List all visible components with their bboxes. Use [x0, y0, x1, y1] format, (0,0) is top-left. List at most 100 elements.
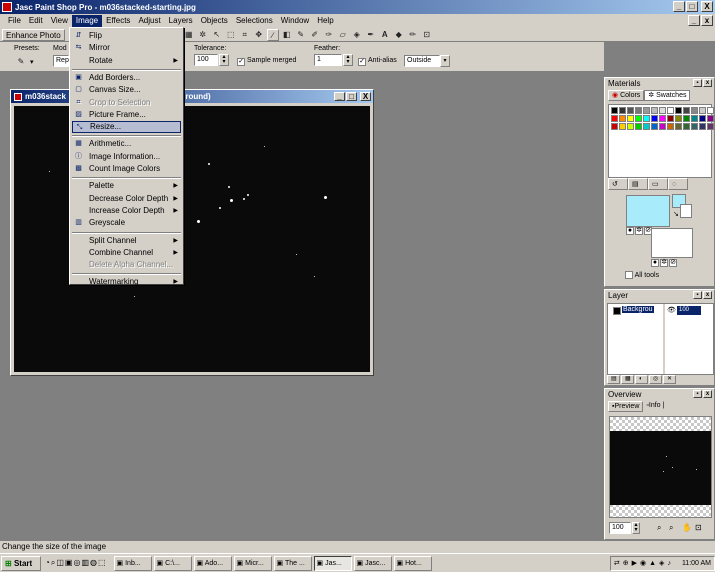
image-maximize-button[interactable]: □	[346, 92, 357, 101]
color-swatch[interactable]	[691, 115, 698, 122]
bg-no-material-icon[interactable]: ⊘	[669, 259, 677, 267]
menu-item-delete-alpha-channel[interactable]: Delete Alpha Channel...	[72, 259, 181, 271]
search-icon[interactable]: ⌕	[51, 558, 55, 568]
object-icon[interactable]: ⊡	[421, 29, 433, 41]
menu-item-split-channel[interactable]: Split Channel ▶	[72, 235, 181, 247]
feather-spinner[interactable]: ▴ ▾	[343, 54, 353, 66]
taskbar-task-button[interactable]: ▣ Micr...	[233, 555, 272, 571]
move-icon[interactable]: ✥	[253, 29, 265, 41]
menu-item-arithmetic[interactable]: ▦ Arithmetic...	[72, 138, 181, 150]
zoom-spinner[interactable]: ▴ ▾	[632, 522, 640, 534]
layer-name[interactable]: Backgrou	[622, 306, 654, 313]
menu-item-mirror[interactable]: ⇆ Mirror	[72, 42, 181, 54]
fill-icon[interactable]: ◈	[351, 29, 363, 41]
chevron-down-icon[interactable]: ▾	[440, 55, 450, 67]
image-window-titlebar[interactable]: m036stack kground) _ □ X	[11, 90, 373, 103]
menu-item-canvas-size[interactable]: ▢ Canvas Size...	[72, 84, 181, 96]
layer-close-button[interactable]: x	[703, 291, 712, 299]
doc-close-button[interactable]: x	[701, 15, 713, 26]
palette-icon[interactable]: ▦	[183, 29, 195, 41]
tray-icon[interactable]: ▲	[649, 560, 656, 567]
zoom-out-icon[interactable]: ⌕	[669, 523, 673, 533]
taskbar-task-button[interactable]: ▣ C:\...	[153, 555, 192, 571]
color-swatch[interactable]	[643, 123, 650, 130]
materials-close-button[interactable]: x	[703, 79, 712, 87]
color-swatch[interactable]	[619, 107, 626, 114]
layer-list[interactable]: Backgrou 👁 100	[607, 303, 714, 375]
overview-preview[interactable]	[609, 416, 712, 518]
gear-icon[interactable]: ✲	[197, 29, 209, 41]
color-swatch[interactable]	[667, 115, 674, 122]
color-swatch[interactable]	[643, 115, 650, 122]
menu-edit[interactable]: Edit	[25, 15, 47, 27]
swatch-delete-icon[interactable]: ◌	[668, 178, 688, 190]
taskbar-task-button[interactable]: ▣ Jasc...	[353, 555, 392, 571]
tolerance-field[interactable]: 100	[194, 54, 218, 66]
taskbar-task-button[interactable]: ▣ Hot...	[393, 555, 432, 571]
tab-colors[interactable]: ◉ Colors	[608, 90, 645, 101]
color-swatch[interactable]	[707, 107, 714, 114]
image-document-window[interactable]: m036stack kground) _ □ X	[10, 89, 374, 376]
crop-tool-icon[interactable]: ⌗	[239, 29, 251, 41]
solid-color-icon[interactable]: ●	[626, 227, 634, 235]
enhance-photo-button[interactable]: Enhance Photo	[2, 28, 65, 41]
color-swatch[interactable]	[683, 107, 690, 114]
materials-pin-button[interactable]: ▪	[693, 79, 702, 87]
bg-small-swatch[interactable]	[680, 204, 692, 218]
color-swatch[interactable]	[627, 107, 634, 114]
antialias-checkbox[interactable]: ✓	[358, 58, 366, 66]
pen-icon[interactable]: ✒	[365, 29, 377, 41]
new-raster-icon[interactable]: ▦	[621, 375, 634, 384]
draw-icon[interactable]: ✏	[407, 29, 419, 41]
taskbar-task-button[interactable]: ▣ Inb...	[113, 555, 152, 571]
taskbar-task-button[interactable]: ▣ The ...	[273, 555, 312, 571]
color-swatch[interactable]	[683, 123, 690, 130]
tray-icon[interactable]: ⇄	[614, 559, 620, 567]
eraser-icon[interactable]: ▱	[337, 29, 349, 41]
all-tools-checkbox[interactable]	[625, 271, 633, 279]
menu-file[interactable]: File	[4, 15, 25, 27]
start-button[interactable]: ⊞ Start	[1, 555, 41, 571]
color-swatch[interactable]	[619, 123, 626, 130]
quick-launch-icon[interactable]: ◔	[45, 558, 50, 568]
color-swatch[interactable]	[627, 115, 634, 122]
color-swatch[interactable]	[683, 115, 690, 122]
quick-launch-icon[interactable]: ▥	[81, 558, 89, 568]
image-canvas[interactable]	[14, 106, 370, 372]
color-swatch[interactable]	[659, 123, 666, 130]
paintbrush-icon[interactable]: ✎	[295, 29, 307, 41]
color-swatch[interactable]	[659, 115, 666, 122]
color-swatch[interactable]	[651, 115, 658, 122]
swatch-edit-icon[interactable]: ▭	[648, 178, 668, 190]
menu-item-increase-color-depth[interactable]: Increase Color Depth ▶	[72, 205, 181, 217]
menu-item-decrease-color-depth[interactable]: Decrease Color Depth ▶	[72, 193, 181, 205]
menu-item-picture-frame[interactable]: ▨ Picture Frame...	[72, 109, 181, 121]
clock[interactable]: 11:00 AM	[682, 560, 711, 567]
eye-icon[interactable]: 👁	[667, 306, 676, 314]
feather-field[interactable]: 1	[314, 54, 342, 66]
hand-icon[interactable]: ✋	[682, 523, 692, 532]
tray-icon[interactable]: ▶	[632, 559, 637, 567]
color-swatch[interactable]	[707, 123, 714, 130]
color-swatch[interactable]	[635, 115, 642, 122]
overview-zoom-field[interactable]: 100	[609, 522, 631, 534]
volume-icon[interactable]: ♪	[667, 560, 671, 567]
sample-merged-checkbox[interactable]: ✓	[237, 58, 245, 66]
clone-icon[interactable]: ✐	[309, 29, 321, 41]
menu-item-greyscale[interactable]: ▥ Greyscale	[72, 217, 181, 229]
color-swatch[interactable]	[699, 115, 706, 122]
menu-objects[interactable]: Objects	[197, 15, 232, 27]
menu-effects[interactable]: Effects	[102, 15, 134, 27]
color-swatch[interactable]	[667, 107, 674, 114]
preset-brush-icon[interactable]: ✎	[15, 56, 27, 68]
color-swatch[interactable]	[635, 123, 642, 130]
quick-launch-icon[interactable]: ◎	[73, 558, 80, 568]
color-swatch[interactable]	[707, 115, 714, 122]
tray-icon[interactable]: ◉	[640, 559, 646, 567]
tab-info[interactable]: ▫Info |	[643, 401, 667, 412]
menu-item-resize[interactable]: ⤡ Resize...	[72, 121, 181, 134]
taskbar-task-button[interactable]: ▣ Ado...	[193, 555, 232, 571]
delete-layer-icon[interactable]: ✕	[663, 375, 676, 384]
color-swatch[interactable]	[659, 107, 666, 114]
menu-image[interactable]: Image	[71, 15, 103, 27]
